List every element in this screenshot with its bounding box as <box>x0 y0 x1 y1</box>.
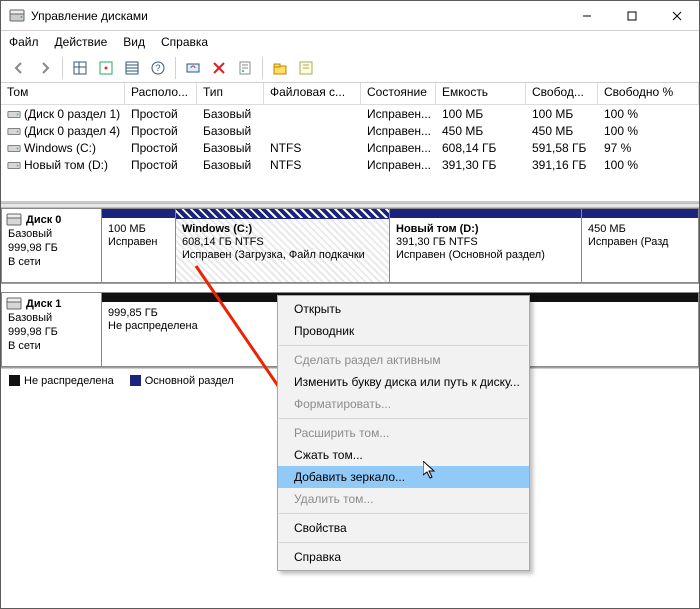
ctx-props[interactable]: Свойства <box>278 517 529 539</box>
volume-list-header[interactable]: Том Располо... Тип Файловая с... Состоян… <box>1 83 699 105</box>
diskmgmt-window: Управление дисками Файл Действие Вид Спр… <box>0 0 700 609</box>
toolbar-view2[interactable] <box>94 56 118 80</box>
toolbar-view1[interactable] <box>68 56 92 80</box>
col-fs[interactable]: Файловая с... <box>264 83 361 104</box>
partition[interactable]: 450 МБИсправен (Разд <box>582 209 698 282</box>
vol-name: (Диск 0 раздел 1) <box>24 107 120 121</box>
context-menu: Открыть Проводник Сделать раздел активны… <box>277 295 530 571</box>
menu-view[interactable]: Вид <box>123 35 145 49</box>
menu-file[interactable]: Файл <box>9 35 39 49</box>
table-row[interactable]: Новый том (D:)ПростойБазовыйNTFSИсправен… <box>1 156 699 173</box>
cursor-icon <box>423 461 439 481</box>
menubar: Файл Действие Вид Справка <box>1 31 699 53</box>
ctx-active: Сделать раздел активным <box>278 349 529 371</box>
help-button[interactable]: ? <box>146 56 170 80</box>
ctx-extend: Расширить том... <box>278 422 529 444</box>
toolbar-extra1[interactable] <box>268 56 292 80</box>
maximize-button[interactable] <box>609 1 654 30</box>
col-st[interactable]: Состояние <box>361 83 436 104</box>
disk-icon <box>6 213 22 231</box>
menu-help[interactable]: Справка <box>161 35 208 49</box>
ctx-format: Форматировать... <box>278 393 529 415</box>
legend-unallocated: Не распределена <box>9 375 114 387</box>
titlebar: Управление дисками <box>1 1 699 31</box>
partition[interactable]: Новый том (D:)391,30 ГБ NTFSИсправен (Ос… <box>390 209 582 282</box>
ctx-open[interactable]: Открыть <box>278 298 529 320</box>
disk-header[interactable]: Диск 0Базовый999,98 ГБВ сети <box>1 208 101 283</box>
partition[interactable]: 100 МБИсправен <box>102 209 176 282</box>
delete-button[interactable] <box>207 56 231 80</box>
disk-icon <box>6 297 22 315</box>
disk-row: Диск 0Базовый999,98 ГБВ сети100 МБИсправ… <box>1 208 699 284</box>
col-fr[interactable]: Свобод... <box>526 83 598 104</box>
minimize-button[interactable] <box>564 1 609 30</box>
ctx-delete: Удалить том... <box>278 488 529 510</box>
col-loc[interactable]: Располо... <box>125 83 197 104</box>
disk-header[interactable]: Диск 1Базовый999,98 ГБВ сети <box>1 292 101 367</box>
volume-list[interactable]: Том Располо... Тип Файловая с... Состоян… <box>1 83 699 203</box>
diskmgmt-icon <box>9 8 25 24</box>
forward-button[interactable] <box>33 56 57 80</box>
toolbar: ? <box>1 53 699 83</box>
window-title: Управление дисками <box>31 9 148 23</box>
ctx-shrink[interactable]: Сжать том... <box>278 444 529 466</box>
svg-text:?: ? <box>155 63 160 73</box>
vol-name: (Диск 0 раздел 4) <box>24 124 120 138</box>
menu-action[interactable]: Действие <box>55 35 108 49</box>
vol-name: Windows (C:) <box>24 141 96 155</box>
back-button[interactable] <box>7 56 31 80</box>
col-typ[interactable]: Тип <box>197 83 264 104</box>
ctx-explorer[interactable]: Проводник <box>278 320 529 342</box>
ctx-mirror[interactable]: Добавить зеркало... <box>278 466 529 488</box>
ctx-letter[interactable]: Изменить букву диска или путь к диску... <box>278 371 529 393</box>
col-tom[interactable]: Том <box>1 83 125 104</box>
close-button[interactable] <box>654 1 699 30</box>
legend-primary: Основной раздел <box>130 375 234 387</box>
toolbar-view3[interactable] <box>120 56 144 80</box>
refresh-button[interactable] <box>181 56 205 80</box>
col-frp[interactable]: Свободно % <box>598 83 699 104</box>
table-row[interactable]: Windows (C:)ПростойБазовыйNTFSИсправен..… <box>1 139 699 156</box>
table-row[interactable]: (Диск 0 раздел 1)ПростойБазовыйИсправен.… <box>1 105 699 122</box>
partition[interactable]: Windows (C:)608,14 ГБ NTFSИсправен (Загр… <box>176 209 390 282</box>
ctx-help[interactable]: Справка <box>278 546 529 568</box>
toolbar-extra2[interactable] <box>294 56 318 80</box>
table-row[interactable]: (Диск 0 раздел 4)ПростойБазовыйИсправен.… <box>1 122 699 139</box>
vol-name: Новый том (D:) <box>24 158 108 172</box>
properties-button[interactable] <box>233 56 257 80</box>
col-cap[interactable]: Емкость <box>436 83 526 104</box>
